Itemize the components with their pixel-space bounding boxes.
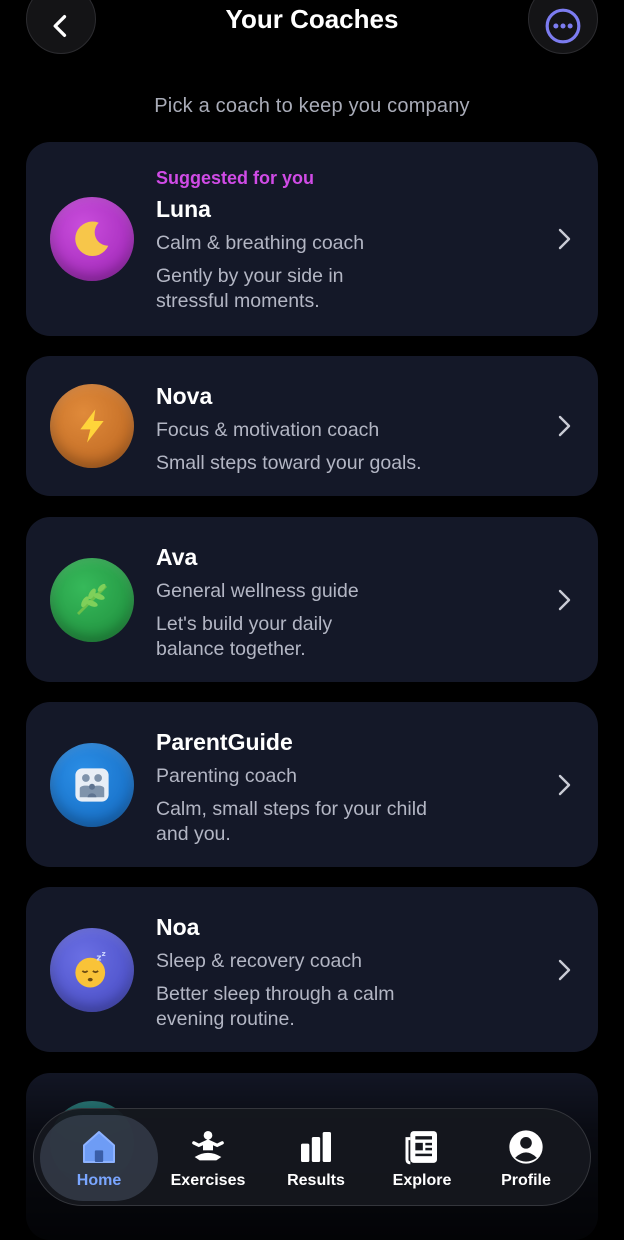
moon-icon [75,221,109,257]
coach-role: Focus & motivation coach [156,419,380,441]
coach-description-line: Calm, small steps for your child [156,798,427,820]
leaf-icon [77,583,107,615]
coach-description-line: balance together. [156,638,306,660]
coach-avatar [50,384,134,468]
coach-description-line: Let's build your daily [156,613,333,635]
bar-chart-icon [296,1127,336,1167]
chevron-right-icon [558,589,571,611]
nav-label: Explore [392,1171,452,1189]
nav-label: Exercises [170,1171,246,1189]
chevron-right-icon [558,415,571,437]
nav-profile[interactable]: Profile [474,1115,578,1201]
coach-description: Small steps toward your goals. [156,451,536,476]
more-options-button[interactable] [528,0,598,54]
newspaper-icon [402,1127,442,1167]
coach-description: Better sleep through a calm evening rout… [156,982,536,1032]
coach-avatar [50,743,134,827]
meditation-icon [188,1127,228,1167]
coach-avatar: z z [50,928,134,1012]
coach-description-line: stressful moments. [156,290,320,312]
coach-role: Parenting coach [156,765,297,787]
family-icon [75,768,109,802]
coach-card-luna[interactable]: Suggested for you Luna Calm & breathing … [26,142,598,336]
nav-label: Home [76,1171,122,1189]
bottom-nav: Home Exercises Results Explore Profile [33,1108,591,1206]
lightning-icon [80,409,104,443]
coach-name: Ava [156,544,198,570]
coach-role: General wellness guide [156,580,359,602]
coach-description: Calm, small steps for your child and you… [156,797,536,847]
coach-name: Nova [156,383,213,409]
nav-label: Results [287,1171,345,1189]
svg-text:z: z [96,953,101,963]
coach-card-nova[interactable]: Nova Focus & motivation coach Small step… [26,356,598,496]
coach-description-line: evening routine. [156,1008,295,1030]
coach-card-ava[interactable]: Ava General wellness guide Let's build y… [26,517,598,682]
chevron-right-icon [558,959,571,981]
nav-home[interactable]: Home [40,1115,158,1201]
chevron-right-icon [558,228,571,250]
svg-text:z: z [102,950,106,958]
coach-name: ParentGuide [156,729,293,755]
header: Your Coaches [0,0,624,60]
coach-role: Calm & breathing coach [156,232,365,254]
nav-explore[interactable]: Explore [370,1115,474,1201]
coach-name: Luna [156,196,211,222]
nav-exercises[interactable]: Exercises [156,1115,260,1201]
profile-icon [506,1127,546,1167]
coach-avatar [50,197,134,281]
home-icon [79,1127,119,1167]
coach-description-line: Better sleep through a calm [156,983,395,1005]
coach-card-parentguide[interactable]: ParentGuide Parenting coach Calm, small … [26,702,598,867]
coach-description-line: Small steps toward your goals. [156,452,422,474]
suggested-badge: Suggested for you [156,168,315,188]
coach-description-line: and you. [156,823,231,845]
coach-description-line: Gently by your side in [156,265,344,287]
more-icon [545,8,581,44]
coach-avatar [50,558,134,642]
coach-role: Sleep & recovery coach [156,950,362,972]
coach-description: Gently by your side in stressful moments… [156,264,536,314]
coach-card-noa[interactable]: z z Noa Sleep & recovery coach Better sl… [26,887,598,1052]
nav-results[interactable]: Results [264,1115,368,1201]
coach-description: Let's build your daily balance together. [156,612,536,662]
coach-name: Noa [156,914,200,940]
sleeping-face-icon: z z [75,950,106,988]
chevron-right-icon [558,774,571,796]
nav-label: Profile [501,1171,551,1189]
page-subtitle: Pick a coach to keep you company [154,95,470,117]
